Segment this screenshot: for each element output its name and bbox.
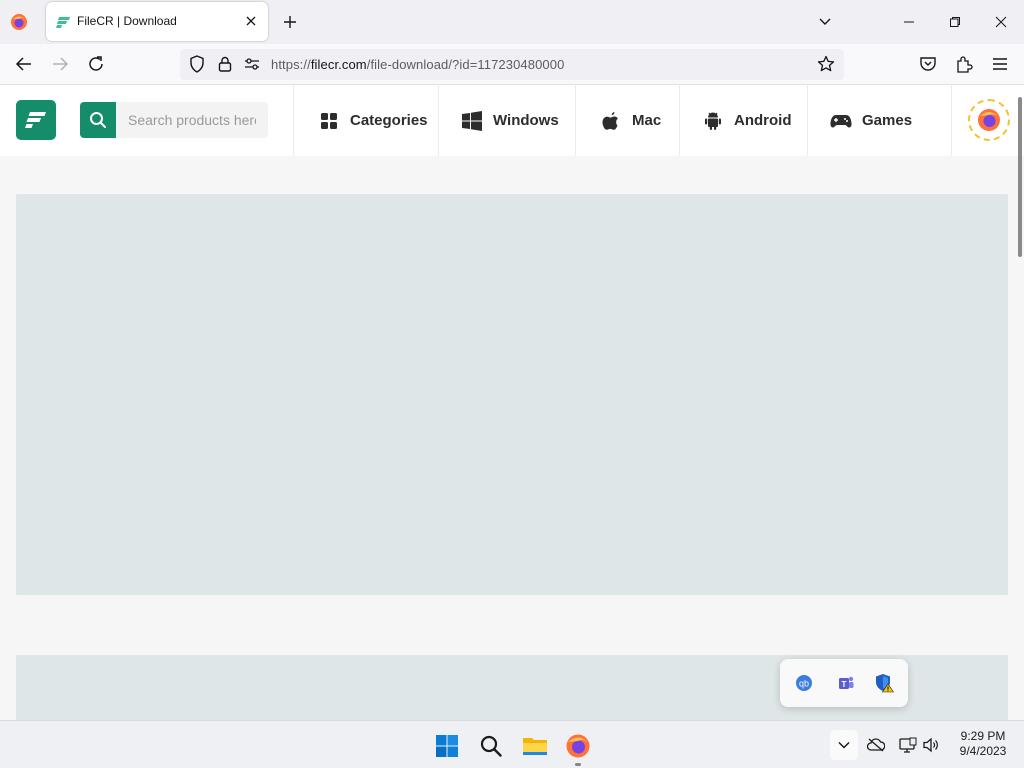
url-path: /file-download/?id=117230480000 <box>366 57 565 72</box>
url-prefix: https:// <box>271 57 311 72</box>
teams-icon[interactable]: T <box>836 673 856 693</box>
menu-label: Games <box>862 112 913 129</box>
firefox-avatar-icon <box>978 109 1000 131</box>
close-window-icon[interactable] <box>991 12 1011 32</box>
tab-title: FileCR | Download <box>77 14 177 28</box>
menu-label: Android <box>734 112 792 129</box>
new-tab-icon[interactable] <box>280 12 300 32</box>
reload-icon[interactable] <box>86 54 106 74</box>
windows-security-warning-icon[interactable] <box>874 673 894 693</box>
hidden-icons-tray-popup: qb T <box>780 659 908 707</box>
file-explorer-icon[interactable] <box>522 733 548 759</box>
search-icon[interactable] <box>478 733 504 759</box>
search-button[interactable] <box>80 102 116 138</box>
svg-text:qb: qb <box>799 679 809 689</box>
filecr-logo[interactable] <box>16 100 56 140</box>
tracking-shield-icon[interactable] <box>187 54 207 74</box>
menu-mac[interactable]: Mac <box>575 85 679 156</box>
menu-windows[interactable]: Windows <box>438 85 575 156</box>
menu-label: Windows <box>493 112 559 129</box>
menu-android[interactable]: Android <box>679 85 807 156</box>
address-bar[interactable]: https://filecr.com/file-download/?id=117… <box>180 49 844 80</box>
site-header: Categories Windows Mac Android Games <box>0 85 1024 156</box>
search-icon <box>90 112 106 128</box>
menu-label: Categories <box>350 112 428 129</box>
menu-categories[interactable]: Categories <box>293 85 438 156</box>
menu-label: Mac <box>632 112 662 129</box>
start-windows-icon[interactable] <box>434 733 460 759</box>
pocket-icon[interactable] <box>918 54 938 74</box>
extensions-puzzle-icon[interactable] <box>954 54 974 74</box>
show-hidden-icons-button[interactable] <box>830 730 858 760</box>
qbittorrent-icon[interactable]: qb <box>794 673 814 693</box>
url-host: filecr.com <box>310 57 367 72</box>
taskbar-clock[interactable]: 9:29 PM 9/4/2023 <box>950 729 1016 759</box>
grid-icon <box>318 110 340 132</box>
svg-text:T: T <box>842 680 847 689</box>
menu-games[interactable]: Games <box>807 85 951 156</box>
navigation-toolbar: https://filecr.com/file-download/?id=117… <box>0 44 1024 85</box>
firefox-view-icon[interactable] <box>10 13 28 31</box>
restore-icon[interactable] <box>945 12 965 32</box>
tab-bar: FileCR | Download <box>0 0 1024 44</box>
content-loading-placeholder <box>16 194 1008 595</box>
bookmark-star-icon[interactable] <box>816 54 836 74</box>
permissions-icon[interactable] <box>242 54 262 74</box>
android-icon <box>702 110 724 132</box>
back-arrow-icon[interactable] <box>14 54 34 74</box>
apple-icon <box>600 110 622 132</box>
filecr-favicon-icon <box>56 14 72 30</box>
lock-icon[interactable] <box>215 54 235 74</box>
firefox-taskbar-icon[interactable] <box>565 733 591 759</box>
gamepad-icon <box>830 110 852 132</box>
list-all-tabs-icon[interactable] <box>815 12 835 32</box>
network-icon[interactable] <box>899 736 917 754</box>
close-tab-icon[interactable] <box>242 12 260 30</box>
chevron-down-icon <box>838 741 850 749</box>
windows-icon <box>461 110 483 132</box>
url-text[interactable]: https://filecr.com/file-download/?id=117… <box>271 57 564 72</box>
taskbar: 9:29 PM 9/4/2023 <box>0 720 1024 768</box>
forward-arrow-icon[interactable] <box>50 54 70 74</box>
user-avatar[interactable] <box>968 99 1010 141</box>
clock-date: 9/4/2023 <box>959 744 1007 758</box>
active-app-indicator <box>575 763 581 766</box>
hamburger-menu-icon[interactable] <box>990 54 1010 74</box>
search-input[interactable] <box>116 102 268 138</box>
onedrive-offline-icon[interactable] <box>867 736 885 754</box>
minimize-icon[interactable] <box>899 12 919 32</box>
active-tab[interactable]: FileCR | Download <box>46 2 268 41</box>
clock-time: 9:29 PM <box>960 729 1006 743</box>
volume-icon[interactable] <box>922 736 940 754</box>
page-scrollbar[interactable] <box>1018 97 1022 257</box>
menu-divider <box>951 85 952 156</box>
